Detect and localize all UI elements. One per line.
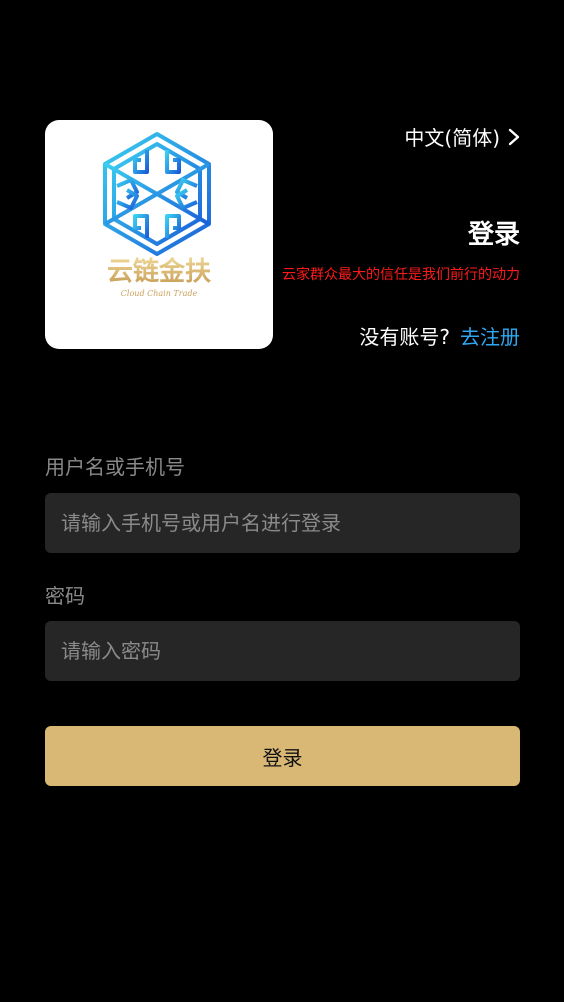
username-input[interactable] — [45, 493, 520, 553]
username-field-box — [45, 493, 520, 553]
brand-name-en: Cloud Chain Trade — [121, 289, 198, 298]
username-label: 用户名或手机号 — [45, 455, 185, 479]
password-label: 密码 — [45, 584, 85, 608]
password-field-box — [45, 621, 520, 681]
slogan-text: 云家群众最大的信任是我们前行的动力 — [282, 267, 520, 283]
password-input[interactable] — [45, 621, 520, 681]
register-link[interactable]: 去注册 — [460, 325, 520, 349]
language-label: 中文(简体) — [404, 126, 500, 150]
chevron-right-icon — [508, 128, 520, 145]
snowflake-hexagon-icon: 云链金扶 Cloud Chain Trade — [103, 132, 211, 298]
login-button[interactable]: 登录 — [45, 726, 520, 786]
register-prompt: 没有账号? 去注册 — [359, 321, 520, 350]
page-title: 登录 — [467, 220, 520, 250]
app-logo: 云链金扶 Cloud Chain Trade — [45, 120, 273, 349]
no-account-text: 没有账号? — [359, 325, 450, 349]
brand-name-cn: 云链金扶 — [107, 256, 211, 287]
language-selector[interactable]: 中文(简体) — [404, 122, 520, 151]
